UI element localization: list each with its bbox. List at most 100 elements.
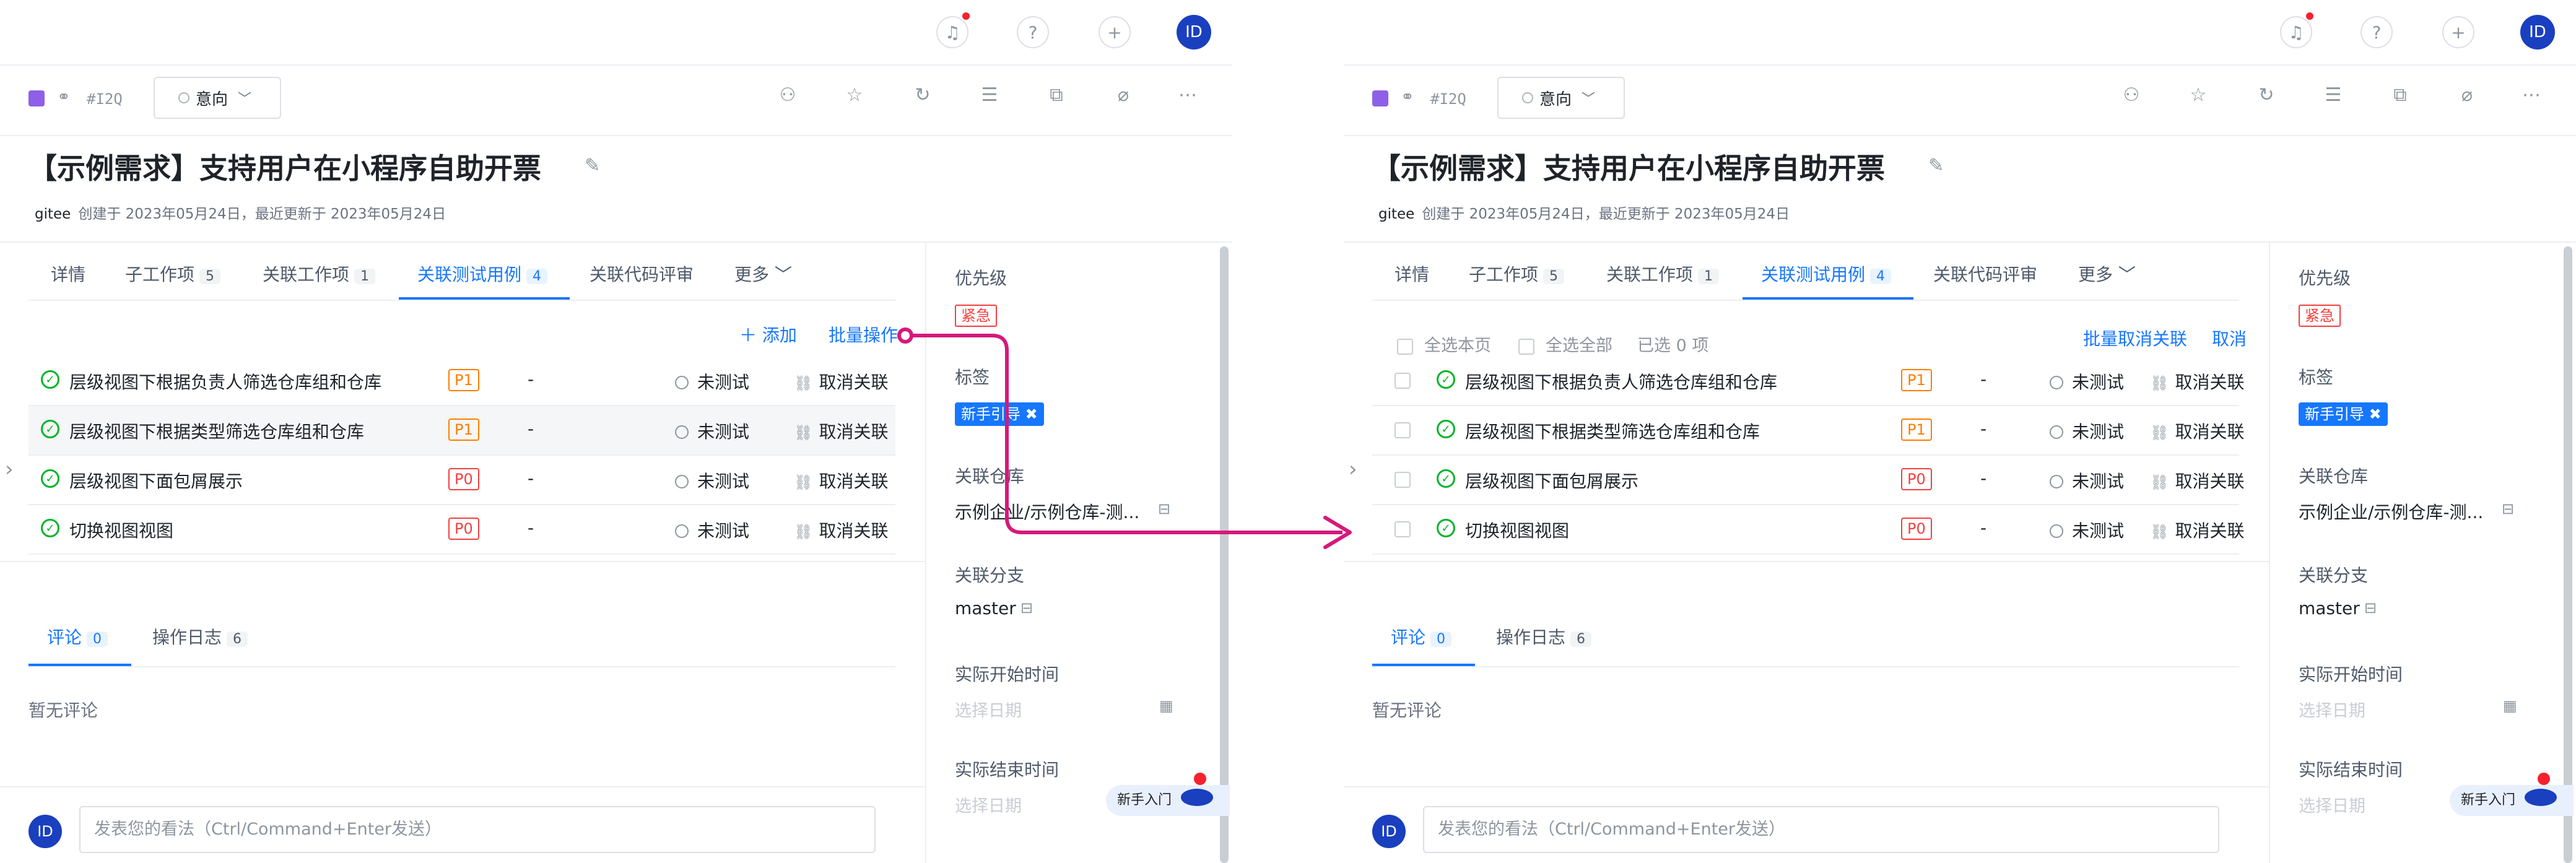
unlink-button[interactable]: ⛓ 取消关联	[2150, 418, 2244, 443]
batch-operation-button[interactable]: 批量操作	[829, 322, 898, 347]
board-icon[interactable]: ☰	[977, 84, 1002, 106]
test-status[interactable]: 未测试	[675, 518, 749, 542]
copy-icon[interactable]: ⧉	[1044, 84, 1069, 106]
comment-input[interactable]: 发表您的看法（Ctrl/Command+Enter发送）	[79, 806, 876, 853]
tab-code-review[interactable]: 关联代码评审	[1933, 261, 2037, 286]
robot-icon[interactable]: ⚇	[775, 84, 800, 106]
calendar-icon[interactable]: ▦	[2503, 697, 2517, 714]
refresh-icon[interactable]: ↻	[2254, 84, 2279, 106]
comment-input[interactable]: 发表您的看法（Ctrl/Command+Enter发送）	[1423, 806, 2219, 853]
tab-linked-testcases[interactable]: 关联测试用例 4	[1761, 261, 1892, 286]
robot-mascot-icon[interactable]	[1177, 770, 1217, 811]
tab-linked-testcases[interactable]: 关联测试用例 4	[417, 261, 548, 286]
refresh-icon[interactable]: ↻	[910, 84, 935, 106]
table-row[interactable]: ✓ 切换视图视图 P0 - 未测试 ⛓ 取消关联	[28, 505, 895, 555]
test-status[interactable]: 未测试	[675, 418, 749, 443]
tab-more[interactable]: 更多 ﹀	[734, 261, 792, 286]
cancel-button[interactable]: 取消	[2212, 326, 2247, 350]
select-page-checkbox[interactable]: 全选本页	[1397, 332, 1491, 356]
status-dropdown[interactable]: 意向 ﹀	[1497, 77, 1625, 119]
table-row[interactable]: ✓ 层级视图下根据负责人筛选仓库组和仓库 P1 - 未测试 ⛓ 取消关联	[28, 357, 895, 406]
unlink-button[interactable]: ⛓ 取消关联	[794, 418, 888, 443]
star-icon[interactable]: ☆	[2186, 84, 2211, 106]
more-icon[interactable]: ⋯	[2519, 84, 2544, 106]
priority-value[interactable]: 紧急	[955, 305, 997, 327]
tag-chip[interactable]: 新手引导 ✖	[955, 402, 1044, 426]
table-row[interactable]: ✓ 层级视图下根据类型筛选仓库组和仓库 P1 - 未测试 ⛓ 取消关联	[1372, 406, 2244, 456]
repo-icon[interactable]: ⊟	[2502, 500, 2514, 518]
expand-chevron-icon[interactable]: ›	[1349, 457, 1357, 482]
end-date-picker[interactable]: 选择日期	[955, 792, 1022, 817]
table-row[interactable]: ✓ 层级视图下面包屑展示 P0 - 未测试 ⛓ 取消关联	[1372, 456, 2244, 505]
case-name[interactable]: 层级视图下面包屑展示	[1465, 468, 1638, 493]
board-icon[interactable]: ☰	[2321, 84, 2346, 106]
select-all-checkbox[interactable]: 全选全部	[1518, 332, 1612, 356]
unlink-button[interactable]: ⛓ 取消关联	[794, 369, 888, 394]
author[interactable]: gitee	[35, 206, 71, 222]
close-icon[interactable]: ✖	[2369, 405, 2382, 423]
case-name[interactable]: 层级视图下根据负责人筛选仓库组和仓库	[69, 369, 381, 394]
bell-icon[interactable]: ♫	[936, 16, 968, 48]
add-button[interactable]: ＋ 添加	[739, 322, 797, 347]
tab-activity-log[interactable]: 操作日志 6	[1496, 624, 1592, 649]
test-status[interactable]: 未测试	[2050, 418, 2124, 443]
case-name[interactable]: 层级视图下根据负责人筛选仓库组和仓库	[1465, 369, 1777, 394]
repo-value[interactable]: 示例企业/示例仓库-测...	[955, 499, 1139, 524]
row-checkbox[interactable]	[1395, 373, 1411, 389]
repo-icon[interactable]: ⊟	[1158, 500, 1170, 518]
status-dropdown[interactable]: 意向 ﹀	[154, 77, 281, 119]
close-icon[interactable]: ✖	[1025, 405, 1038, 423]
end-date-picker[interactable]: 选择日期	[2299, 792, 2365, 817]
priority-value[interactable]: 紧急	[2299, 305, 2341, 327]
expand-chevron-icon[interactable]: ›	[5, 457, 14, 482]
more-icon[interactable]: ⋯	[1175, 84, 1200, 106]
start-date-picker[interactable]: 选择日期	[2299, 697, 2365, 721]
link-icon[interactable]: ⚭	[1401, 88, 1414, 106]
branch-icon[interactable]: ⊟	[2364, 599, 2377, 617]
test-status[interactable]: 未测试	[2050, 518, 2124, 542]
branch-value[interactable]: master	[955, 598, 1016, 618]
star-icon[interactable]: ☆	[842, 84, 867, 106]
copy-icon[interactable]: ⧉	[2388, 84, 2413, 106]
tag-chip[interactable]: 新手引导 ✖	[2299, 402, 2388, 426]
tab-comments[interactable]: 评论 0	[47, 624, 108, 649]
edit-icon[interactable]: ✎	[585, 155, 600, 176]
user-avatar[interactable]: ID	[1177, 15, 1211, 50]
tab-activity-log[interactable]: 操作日志 6	[152, 624, 248, 649]
tab-subitems[interactable]: 子工作项 5	[125, 261, 221, 286]
test-status[interactable]: 未测试	[2050, 468, 2124, 493]
scrollbar[interactable]	[2564, 246, 2572, 863]
unlink-button[interactable]: ⛓ 取消关联	[2150, 369, 2244, 394]
row-checkbox[interactable]	[1395, 521, 1411, 537]
unlink-button[interactable]: ⛓ 取消关联	[794, 518, 888, 542]
plus-icon[interactable]: +	[1099, 16, 1131, 48]
tab-linked-items[interactable]: 关联工作项 1	[263, 261, 376, 286]
author[interactable]: gitee	[1378, 206, 1414, 222]
help-icon[interactable]: ?	[1017, 16, 1049, 48]
row-checkbox[interactable]	[1395, 422, 1411, 438]
unlink-button[interactable]: ⛓ 取消关联	[2150, 518, 2244, 542]
tab-subitems[interactable]: 子工作项 5	[1469, 261, 1565, 286]
table-row[interactable]: ✓ 层级视图下根据类型筛选仓库组和仓库 P1 - 未测试 ⛓ 取消关联	[28, 406, 895, 456]
unlink-button[interactable]: ⛓ 取消关联	[794, 468, 888, 493]
attachment-icon[interactable]: ⌀	[1111, 84, 1136, 106]
bell-icon[interactable]: ♫	[2280, 16, 2312, 48]
tab-linked-items[interactable]: 关联工作项 1	[1606, 261, 1720, 286]
tab-code-review[interactable]: 关联代码评审	[590, 261, 694, 286]
case-name[interactable]: 切换视图视图	[1465, 518, 1569, 542]
issue-id[interactable]: #I2Q	[87, 90, 123, 108]
table-row[interactable]: ✓ 层级视图下根据负责人筛选仓库组和仓库 P1 - 未测试 ⛓ 取消关联	[1372, 357, 2244, 406]
user-avatar[interactable]: ID	[2520, 15, 2555, 50]
branch-value[interactable]: master	[2299, 598, 2360, 618]
tab-details[interactable]: 详情	[1395, 261, 1429, 286]
issue-id[interactable]: #I2Q	[1430, 90, 1466, 108]
case-name[interactable]: 层级视图下面包屑展示	[69, 468, 243, 493]
plus-icon[interactable]: +	[2442, 16, 2474, 48]
help-icon[interactable]: ?	[2361, 16, 2393, 48]
row-checkbox[interactable]	[1395, 472, 1411, 488]
test-status[interactable]: 未测试	[675, 468, 749, 493]
table-row[interactable]: ✓ 切换视图视图 P0 - 未测试 ⛓ 取消关联	[1372, 505, 2244, 555]
table-row[interactable]: ✓ 层级视图下面包屑展示 P0 - 未测试 ⛓ 取消关联	[28, 456, 895, 505]
edit-icon[interactable]: ✎	[1928, 155, 1944, 176]
tab-more[interactable]: 更多 ﹀	[2078, 261, 2136, 286]
